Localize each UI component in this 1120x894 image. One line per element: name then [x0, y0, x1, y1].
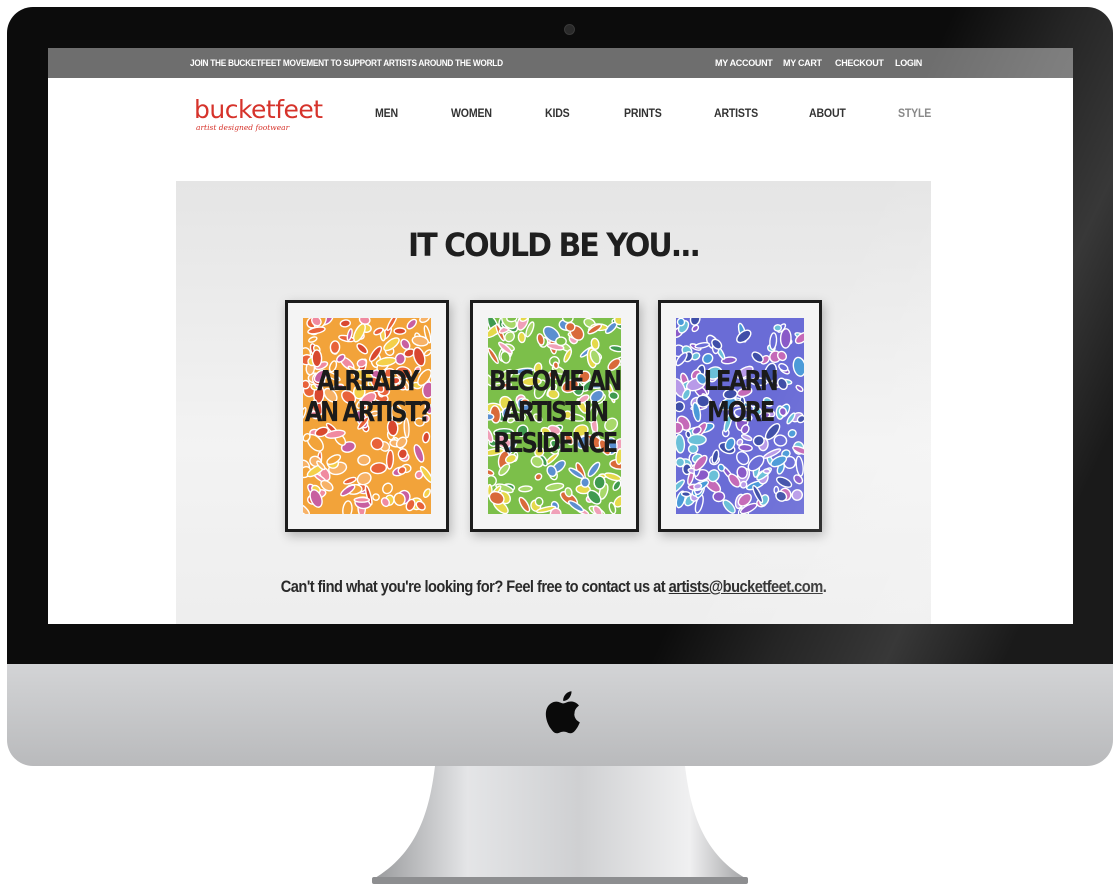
artist-hero-banner: IT COULD BE YOU... ALREADY AN ARTIST? BE… [176, 181, 931, 624]
apple-logo-icon [545, 691, 580, 734]
contact-email-link[interactable]: artists@bucketfeet.com [669, 577, 824, 596]
monitor-stand [372, 766, 748, 884]
brand-tagline: artist designed footwear [196, 123, 290, 132]
nav-kids[interactable]: KIDS [545, 106, 570, 120]
my-cart-link[interactable]: MY CART [783, 48, 822, 78]
contact-end: . [822, 577, 827, 596]
camera-icon [564, 24, 575, 35]
artist-in-residence-label: BECOME AN ARTIST IN RESIDENCE [489, 364, 622, 459]
learn-more-frame[interactable]: LEARN MORE [658, 300, 822, 532]
utility-bar: JOIN THE BUCKETFEET MOVEMENT TO SUPPORT … [48, 48, 1073, 78]
login-link[interactable]: LOGIN [895, 48, 922, 78]
nav-about[interactable]: ABOUT [809, 106, 846, 120]
nav-men[interactable]: MEN [375, 106, 398, 120]
nav-style[interactable]: STYLE [898, 106, 931, 120]
nav-artists[interactable]: ARTISTS [714, 106, 758, 120]
nav-women[interactable]: WOMEN [451, 106, 492, 120]
contact-text: Can't find what you're looking for? Feel… [280, 577, 666, 596]
already-artist-label: ALREADY AN ARTIST? [304, 364, 432, 428]
promo-text: JOIN THE BUCKETFEET MOVEMENT TO SUPPORT … [190, 58, 503, 68]
brand-logo[interactable]: bucketfeet artist designed footwear [194, 95, 323, 133]
brand-name: bucketfeet [194, 95, 323, 124]
checkout-link[interactable]: CHECKOUT [835, 48, 884, 78]
contact-line: Can't find what you're looking for? Feel… [229, 577, 878, 597]
learn-more-label: LEARN MORE [703, 364, 779, 428]
hero-title: IT COULD BE YOU... [408, 226, 701, 265]
browser-screen: JOIN THE BUCKETFEET MOVEMENT TO SUPPORT … [48, 48, 1073, 624]
monitor-chin [7, 664, 1113, 766]
nav-prints[interactable]: PRINTS [624, 106, 662, 120]
artist-in-residence-frame[interactable]: BECOME AN ARTIST IN RESIDENCE [470, 300, 639, 532]
already-artist-frame[interactable]: ALREADY AN ARTIST? [285, 300, 449, 532]
my-account-link[interactable]: MY ACCOUNT [715, 48, 773, 78]
